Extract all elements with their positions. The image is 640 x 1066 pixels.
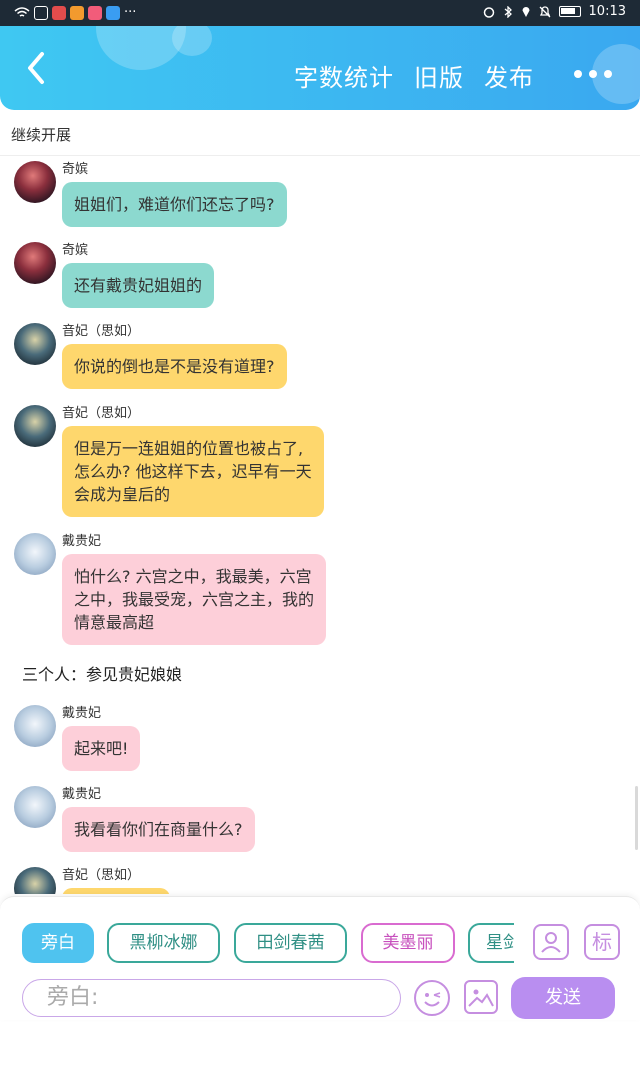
avatar-yinfei[interactable]	[14, 867, 56, 894]
sender-name: 戴贵妃	[62, 706, 102, 721]
bluetooth-icon	[504, 5, 512, 18]
emoji-icon[interactable]	[414, 980, 450, 1016]
character-manage-icon[interactable]	[533, 924, 569, 960]
sender-name: 音妃（思如）	[62, 324, 141, 339]
compose-panel: 旁白 黑柳冰娜 田剑春茜 美墨丽 星剑 标 旁白: 发送	[0, 896, 640, 1020]
message-line: 怕什么? 六宫之中，我最美，六宫	[74, 567, 312, 586]
role-narration[interactable]: 旁白	[22, 923, 94, 963]
status-right-icons: 10:13	[483, 4, 626, 19]
sender-name: 音妃（思如）	[62, 406, 141, 421]
role-heiliu-bingna[interactable]: 黑柳冰娜	[107, 923, 220, 963]
app-pink-icon	[88, 5, 102, 20]
avatar-qibin[interactable]	[14, 161, 56, 203]
role-selector[interactable]: 旁白 黑柳冰娜 田剑春茜 美墨丽 星剑	[22, 923, 514, 965]
app-notify-icon	[34, 5, 48, 20]
back-arrow-icon[interactable]	[18, 48, 58, 88]
app-orange-icon	[70, 5, 84, 20]
tag-icon[interactable]: 标	[584, 924, 620, 960]
app-header: 字数统计 旧版 发布	[0, 26, 640, 110]
message-bubble[interactable]: 怕什么? 六宫之中，我最美，六宫 之中，我最受宠，六宫之主，我的 情意最高超	[62, 554, 327, 645]
sender-name: 戴贵妃	[62, 534, 102, 549]
role-meimoli[interactable]: 美墨丽	[361, 923, 455, 963]
message-bubble[interactable]: 我看看你们在商量什么?	[62, 807, 255, 852]
app-red-icon	[52, 5, 66, 20]
status-bar: ··· 10:13	[0, 0, 640, 26]
header-actions: 字数统计 旧版 发布	[294, 58, 534, 93]
message-line: 但是万一连姐姐的位置也被占了,	[74, 439, 304, 458]
role-tianjian-chunqian[interactable]: 田剑春茜	[234, 923, 347, 963]
status-more-dots: ···	[124, 5, 137, 20]
status-left-icons: ···	[14, 5, 136, 20]
message-bubble[interactable]: 你说的倒也是不是没有道理?	[62, 344, 287, 389]
old-version-button[interactable]: 旧版	[414, 58, 464, 93]
send-button[interactable]: 发送	[511, 977, 615, 1019]
chapter-title: 继续开展	[0, 110, 640, 156]
app-blue-icon	[106, 5, 120, 20]
narration-text[interactable]: 三个人：参见贵妃娘娘	[22, 661, 182, 685]
avatar-yinfei[interactable]	[14, 405, 56, 447]
status-time: 10:13	[588, 4, 626, 19]
alarm-icon	[483, 6, 494, 18]
word-count-button[interactable]: 字数统计	[294, 58, 394, 93]
message-bubble[interactable]: 但是万一连姐姐的位置也被占了, 怎么办? 他这样下去，迟早有一天 会成为皇后的	[62, 426, 324, 517]
sender-name: 奇嫔	[62, 162, 89, 177]
publish-button[interactable]: 发布	[484, 58, 534, 93]
image-icon[interactable]	[464, 980, 498, 1014]
role-xingjian[interactable]: 星剑	[468, 923, 514, 963]
header-decoration	[172, 26, 212, 56]
chat-list[interactable]: 奇嫔 姐姐们，难道你们还忘了吗? 奇嫔 还有戴贵妃姐姐的 音妃（思如） 你说的倒…	[0, 156, 640, 894]
avatar-daiguifei[interactable]	[14, 786, 56, 828]
wifi-icon	[14, 6, 30, 17]
more-options-icon[interactable]	[574, 70, 612, 78]
avatar-yinfei[interactable]	[14, 323, 56, 365]
avatar-qibin[interactable]	[14, 242, 56, 284]
sender-name: 戴贵妃	[62, 787, 102, 802]
mute-bell-icon	[539, 5, 550, 17]
message-bubble[interactable]	[62, 888, 170, 894]
location-icon	[522, 7, 530, 17]
scrollbar[interactable]	[635, 786, 638, 850]
sender-name: 音妃（思如）	[62, 868, 141, 883]
message-input[interactable]: 旁白:	[22, 979, 401, 1017]
message-bubble[interactable]: 起来吧!	[62, 726, 141, 771]
battery-icon	[558, 6, 581, 17]
sender-name: 奇嫔	[62, 243, 89, 258]
avatar-daiguifei[interactable]	[14, 533, 56, 575]
message-line: 会成为皇后的	[74, 485, 171, 504]
message-line: 之中，我最受宠，六宫之主，我的	[74, 590, 315, 609]
message-line: 情意最高超	[74, 613, 155, 632]
message-bubble[interactable]: 姐姐们，难道你们还忘了吗?	[62, 182, 287, 227]
message-line: 怎么办? 他这样下去，迟早有一天	[74, 462, 312, 481]
message-bubble[interactable]: 还有戴贵妃姐姐的	[62, 263, 215, 308]
avatar-daiguifei[interactable]	[14, 705, 56, 747]
